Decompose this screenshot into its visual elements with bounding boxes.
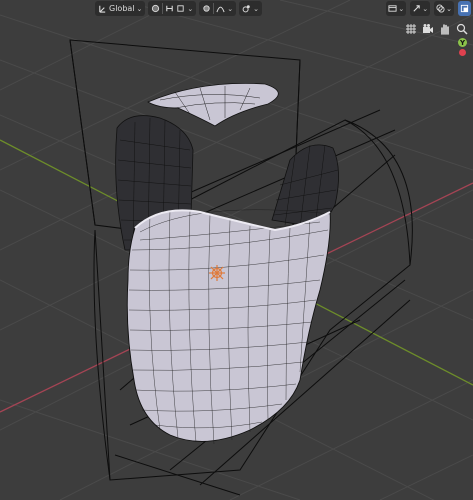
snap-icon [166,5,174,12]
gizmo-toggle-button[interactable]: ⌄ [410,1,431,16]
gizmo-icon [413,5,420,12]
pivot-icon [152,4,160,13]
chevron-down-icon: ⌄ [446,4,452,13]
chevron-down-icon: ⌄ [227,4,234,13]
object-types-visibility-icon [388,5,397,12]
object-origin-icon [209,265,225,281]
chevron-down-icon: ⌄ [253,4,260,13]
gizmo-x-axis[interactable] [459,49,466,56]
falloff-icon [216,6,225,13]
options-icon [242,5,250,13]
viewport-header-right: ⌄ ⌄ ⌄ [386,0,471,17]
viewport-header-toolbar: Global ⌄ ⌄ ⌄ ⌄ [95,0,263,17]
overlay-icon [436,4,445,13]
navigation-gizmo: Y [404,22,469,56]
xray-icon [460,4,469,13]
chevron-down-icon: ⌄ [422,4,429,13]
front-surface [126,209,331,442]
proportional-edit-group[interactable]: ⌄ [199,1,237,16]
camera-icon[interactable] [421,22,435,36]
proportional-edit-icon [203,5,210,12]
zoom-icon[interactable] [455,22,469,36]
3d-viewport[interactable]: Global ⌄ ⌄ ⌄ ⌄ ⌄ ⌄ ⌄ Y [0,0,473,500]
gizmo-y-axis[interactable]: Y [458,38,467,47]
transform-orientation-label: Global [109,4,135,13]
gizmo-y-label: Y [459,38,466,47]
xray-toggle-button[interactable] [458,1,471,16]
grid-view-icon[interactable] [404,22,418,36]
transform-orientation-dropdown[interactable]: Global ⌄ [95,1,146,16]
navigation-controls [404,22,469,36]
snap-target-icon [177,5,185,12]
chevron-down-icon: ⌄ [187,4,194,13]
viewport-scene[interactable] [0,0,473,500]
overlay-toggle-button[interactable]: ⌄ [434,1,454,16]
pivot-point-dropdown[interactable]: ⌄ [148,1,197,16]
hand-pan-icon[interactable] [438,22,452,36]
chevron-down-icon: ⌄ [398,4,405,13]
orientation-icon [99,5,106,13]
object-types-visibility-button[interactable]: ⌄ [386,1,407,16]
options-dropdown[interactable]: ⌄ [239,1,263,16]
chevron-down-icon: ⌄ [136,4,143,13]
